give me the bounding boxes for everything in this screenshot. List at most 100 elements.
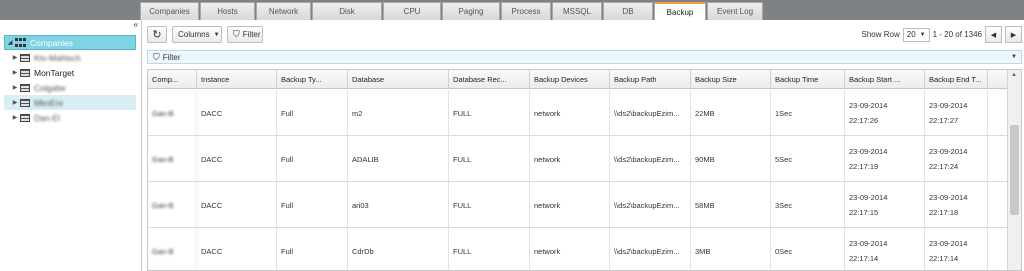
start-time: 22:17:19 bbox=[849, 162, 879, 171]
column-header-backup-time[interactable]: Backup Time bbox=[771, 70, 845, 89]
tab-process[interactable]: Process bbox=[501, 2, 551, 20]
next-page-button[interactable]: ▶ bbox=[1005, 26, 1022, 43]
tree-item[interactable]: ▶ Dan-El bbox=[4, 110, 136, 125]
column-header-backup-start[interactable]: Backup Start ... bbox=[845, 70, 925, 89]
tree-item-label: Dan-El bbox=[34, 112, 60, 123]
tab-cpu[interactable]: CPU bbox=[383, 2, 441, 20]
cell-recovery: FULL bbox=[449, 136, 530, 182]
grid-header: Comp... Instance Backup Ty... Database D… bbox=[148, 70, 1008, 89]
tab-db[interactable]: DB bbox=[603, 2, 653, 20]
column-header-backup-type[interactable]: Backup Ty... bbox=[277, 70, 348, 89]
tree-root-label: Companies bbox=[30, 37, 73, 48]
start-time: 22:17:15 bbox=[849, 208, 879, 217]
end-time: 22:17:18 bbox=[929, 208, 959, 217]
filter-bar[interactable]: ⛉ Filter ▼ bbox=[147, 50, 1022, 64]
cell-time: 3Sec bbox=[771, 182, 845, 228]
cell-instance: DACC bbox=[197, 90, 277, 136]
tab-companies[interactable]: Companies bbox=[140, 2, 199, 20]
table-row[interactable]: Gan-B DACC Full CdrDb FULL network \\ds2… bbox=[148, 228, 1008, 270]
scroll-up-icon[interactable]: ▲ bbox=[1011, 72, 1017, 78]
refresh-button[interactable]: ↻ bbox=[147, 26, 167, 43]
tab-paging[interactable]: Paging bbox=[442, 2, 500, 20]
cell-end: 23-09-2014 22:17:27 bbox=[925, 90, 988, 136]
vertical-scrollbar[interactable]: ▲ bbox=[1007, 70, 1021, 270]
tab-disk[interactable]: Disk bbox=[312, 2, 382, 20]
chevron-down-icon[interactable]: ▼ bbox=[1011, 54, 1017, 60]
tree-root-companies[interactable]: ◢ Companies bbox=[4, 35, 136, 50]
cell-instance: DACC bbox=[197, 136, 277, 182]
end-time: 22:17:24 bbox=[929, 162, 959, 171]
expand-arrow-icon[interactable]: ◢ bbox=[5, 39, 15, 46]
columns-button[interactable]: Columns ▼ bbox=[172, 26, 222, 43]
chevron-left-icon: ◀ bbox=[990, 31, 997, 39]
server-icon bbox=[20, 98, 30, 107]
filter-bar-label: Filter bbox=[162, 52, 181, 62]
cell-company: Gan-B bbox=[148, 136, 197, 182]
cell-time: 5Sec bbox=[771, 136, 845, 182]
tree-item[interactable]: ▶ Ktv-Mahlsch bbox=[4, 50, 136, 65]
tab-backup[interactable]: Backup bbox=[654, 2, 706, 20]
filter-label: Filter bbox=[242, 30, 261, 39]
cell-size: 58MB bbox=[691, 182, 771, 228]
company-tree: ◢ Companies ▶ Ktv-Mahlsch ▶ MonTarget ▶ … bbox=[4, 35, 136, 125]
cell-company: Gan-B bbox=[148, 182, 197, 228]
tab-mssql[interactable]: MSSQL bbox=[552, 2, 602, 20]
column-header-backup-size[interactable]: Backup Size bbox=[691, 70, 771, 89]
expand-arrow-icon[interactable]: ▶ bbox=[10, 99, 20, 106]
cell-device: network bbox=[530, 182, 610, 228]
table-row[interactable]: Gan-B DACC Full m2 FULL network \\ds2\ba… bbox=[148, 90, 1008, 136]
column-header-backup-path[interactable]: Backup Path bbox=[610, 70, 691, 89]
cell-end: 23-09-2014 22:17:18 bbox=[925, 182, 988, 228]
expand-arrow-icon[interactable]: ▶ bbox=[10, 114, 20, 121]
chevron-down-icon: ▼ bbox=[919, 31, 926, 38]
chevron-down-icon: ▼ bbox=[213, 31, 220, 38]
table-row[interactable]: Gan-B DACC Full ari03 FULL network \\ds2… bbox=[148, 182, 1008, 228]
grid-body: Gan-B DACC Full m2 FULL network \\ds2\ba… bbox=[148, 90, 1008, 270]
expand-arrow-icon[interactable]: ▶ bbox=[10, 69, 20, 76]
tab-hosts[interactable]: Hosts bbox=[200, 2, 255, 20]
tree-item-label: MknEnr bbox=[34, 97, 64, 108]
cell-database: CdrDb bbox=[348, 228, 449, 270]
column-header-company[interactable]: Comp... bbox=[148, 70, 197, 89]
rows-per-page-select[interactable]: 20 ▼ bbox=[902, 27, 930, 42]
scrollbar-thumb[interactable] bbox=[1010, 125, 1019, 215]
backup-main-panel: ↻ Columns ▼ ⛉ Filter Show Row 20 ▼ 1 - 2… bbox=[147, 24, 1022, 271]
expand-arrow-icon[interactable]: ▶ bbox=[10, 54, 20, 61]
cell-database: m2 bbox=[348, 90, 449, 136]
filter-button[interactable]: ⛉ Filter bbox=[227, 26, 263, 43]
start-date: 23-09-2014 bbox=[849, 147, 888, 156]
cell-path: \\ds2\backupEzim... bbox=[610, 182, 691, 228]
start-time: 22:17:26 bbox=[849, 116, 879, 125]
end-time: 22:17:14 bbox=[929, 254, 959, 263]
start-date: 23-09-2014 bbox=[849, 239, 888, 248]
collapse-panel-icon[interactable]: « bbox=[134, 20, 138, 29]
table-row[interactable]: Gan-B DACC Full ADALIB FULL network \\ds… bbox=[148, 136, 1008, 182]
cell-time: 0Sec bbox=[771, 228, 845, 270]
column-header-database[interactable]: Database bbox=[348, 70, 449, 89]
tree-item-label: Colgabe bbox=[34, 82, 66, 93]
cell-type: Full bbox=[277, 228, 348, 270]
chevron-right-icon: ▶ bbox=[1010, 31, 1017, 39]
cell-size: 3MB bbox=[691, 228, 771, 270]
column-header-instance[interactable]: Instance bbox=[197, 70, 277, 89]
tree-item[interactable]: ▶ MknEnr bbox=[4, 95, 136, 110]
column-header-backup-devices[interactable]: Backup Devices bbox=[530, 70, 610, 89]
prev-page-button[interactable]: ◀ bbox=[985, 26, 1002, 43]
tree-item[interactable]: ▶ Colgabe bbox=[4, 80, 136, 95]
server-icon bbox=[20, 113, 30, 122]
server-icon bbox=[20, 83, 30, 92]
cell-start: 23-09-2014 22:17:14 bbox=[845, 228, 925, 270]
cell-device: network bbox=[530, 90, 610, 136]
column-header-backup-end[interactable]: Backup End T... bbox=[925, 70, 988, 89]
expand-arrow-icon[interactable]: ▶ bbox=[10, 84, 20, 91]
column-header-recovery[interactable]: Database Rec... bbox=[449, 70, 530, 89]
tab-network[interactable]: Network bbox=[256, 2, 311, 20]
tab-strip: Companies Hosts Network Disk CPU Paging … bbox=[140, 2, 764, 20]
cell-recovery: FULL bbox=[449, 90, 530, 136]
rows-per-page-value: 20 bbox=[906, 30, 916, 39]
cell-company: Gan-B bbox=[148, 90, 197, 136]
tree-item[interactable]: ▶ MonTarget bbox=[4, 65, 136, 80]
tab-event-log[interactable]: Event Log bbox=[707, 2, 763, 20]
funnel-icon: ⛉ bbox=[153, 51, 160, 62]
end-time: 22:17:27 bbox=[929, 116, 959, 125]
